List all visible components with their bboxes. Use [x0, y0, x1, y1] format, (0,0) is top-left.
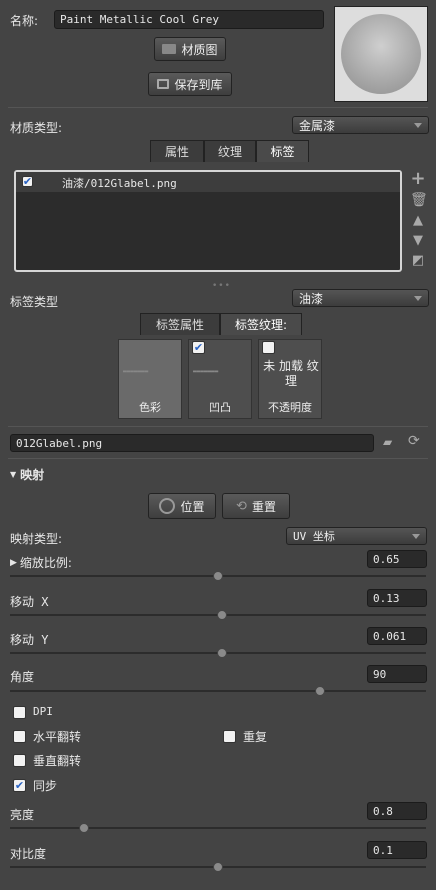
material-sphere [341, 14, 421, 94]
material-type-label: 材质类型: [10, 121, 63, 135]
trash-icon[interactable]: 🗑 [410, 193, 428, 207]
texture-slot-color[interactable]: ▬▬▬▬▬▬▬ 色彩 [118, 339, 182, 419]
repeat-label: 重复 [243, 730, 268, 744]
repeat-checkbox[interactable] [223, 730, 236, 743]
divider [8, 426, 428, 427]
tab-label[interactable]: 标签 [256, 140, 309, 162]
material-map-icon [162, 44, 177, 54]
chevron-down-icon [414, 295, 422, 301]
contrast-label: 对比度 [10, 847, 47, 861]
list-item[interactable]: ✔ 油漆/012Glabel.png [16, 172, 400, 192]
tab-label-texture[interactable]: 标签纹理: [220, 313, 302, 335]
angle-slider[interactable] [10, 686, 426, 696]
save-icon [157, 79, 170, 89]
tab-label-properties[interactable]: 标签属性 [140, 313, 220, 335]
scale-value-field[interactable]: 0.65 [367, 550, 427, 568]
tab-bar: 属性 纹理 标签 [0, 140, 436, 162]
add-icon[interactable]: + [410, 170, 426, 188]
dpi-checkbox[interactable] [13, 706, 26, 719]
angle-label: 角度 [10, 670, 35, 684]
texture-file-field[interactable]: 012Glabel.png [10, 434, 374, 452]
list-item-checkbox[interactable]: ✔ [22, 176, 33, 187]
move-y-value-field[interactable]: 0.061 [367, 627, 427, 645]
material-preview [334, 6, 428, 102]
reset-icon: ⟲ [236, 498, 247, 514]
chevron-down-icon [412, 533, 420, 539]
flip-vertical-label: 垂直翻转 [33, 754, 82, 768]
move-y-label: 移动 Y [10, 633, 49, 647]
save-to-library-button[interactable]: 保存到库 [148, 72, 232, 96]
move-x-value-field[interactable]: 0.13 [367, 589, 427, 607]
mapping-type-label: 映射类型: [10, 532, 63, 546]
texture-slot-caption: 色彩 [139, 401, 161, 414]
folder-icon[interactable]: ▰ [383, 435, 399, 449]
bump-checkbox[interactable]: ✔ [192, 341, 205, 354]
brightness-label: 亮度 [10, 808, 35, 822]
texture-slot-caption: 不透明度 [268, 401, 312, 414]
name-field[interactable]: Paint Metallic Cool Grey [54, 10, 324, 29]
refresh-icon[interactable]: ⟳ [408, 433, 424, 449]
flip-vertical-checkbox[interactable] [13, 754, 26, 767]
material-map-button[interactable]: 材质图 [154, 37, 226, 61]
divider [8, 458, 428, 459]
chevron-down-icon [414, 122, 422, 128]
mapping-type-select[interactable]: UV 坐标 [286, 527, 427, 545]
move-y-slider[interactable] [10, 648, 426, 658]
slider-knob[interactable] [217, 610, 228, 620]
tab-texture[interactable]: 纹理 [204, 140, 256, 162]
texture-slot-opacity[interactable]: 未 加载 纹理 不透明度 [258, 339, 322, 419]
angle-value-field[interactable]: 90 [367, 665, 427, 683]
material-type-select[interactable]: 金属漆 [292, 116, 429, 134]
move-x-slider[interactable] [10, 610, 426, 620]
tab-properties[interactable]: 属性 [150, 140, 204, 162]
scale-expander[interactable]: ▶ 缩放比例: [10, 554, 72, 571]
texture-slot-bump[interactable]: ✔ ▬▬▬▬▬▬▬ 凹凸 [188, 339, 252, 419]
label-tab-bar: 标签属性 标签纹理: [0, 313, 436, 335]
list-item-label: 油漆/012Glabel.png [62, 177, 177, 190]
scale-slider[interactable] [10, 571, 426, 581]
collapse-arrow-icon: ▼ [10, 470, 17, 479]
opacity-checkbox[interactable] [262, 341, 275, 354]
label-type-select[interactable]: 油漆 [292, 289, 429, 307]
edit-icon[interactable]: ◩ [410, 254, 426, 268]
label-type-label: 标签类型 [10, 295, 59, 309]
expand-arrow-icon: ▶ [10, 557, 17, 568]
label-list: ✔ 油漆/012Glabel.png [14, 170, 402, 272]
name-label: 名称: [10, 14, 39, 28]
sync-checkbox[interactable]: ✔ [13, 779, 26, 792]
move-x-label: 移动 X [10, 595, 49, 609]
flip-horizontal-label: 水平翻转 [33, 730, 82, 744]
slider-knob[interactable] [213, 862, 223, 872]
reset-button[interactable]: ⟲ 重置 [222, 493, 290, 519]
contrast-value-field[interactable]: 0.1 [367, 841, 427, 859]
sync-label: 同步 [33, 779, 58, 793]
slider-knob[interactable] [314, 686, 325, 696]
texture-slot-caption: 凹凸 [209, 401, 231, 414]
texture-preview: ▬▬▬▬▬▬▬ [123, 368, 149, 375]
flip-horizontal-checkbox[interactable] [13, 730, 26, 743]
contrast-slider[interactable] [10, 862, 426, 872]
brightness-value-field[interactable]: 0.8 [367, 802, 427, 820]
texture-preview: ▬▬▬▬▬▬▬ [193, 368, 219, 375]
slider-knob[interactable] [217, 648, 228, 658]
divider [8, 107, 428, 108]
slider-knob[interactable] [213, 571, 223, 581]
arrow-down-icon[interactable]: ▼ [410, 234, 426, 248]
position-button[interactable]: 位置 [148, 493, 216, 519]
splitter-handle-icon[interactable]: ••• [212, 281, 231, 291]
brightness-slider[interactable] [10, 823, 426, 833]
arrow-up-icon[interactable]: ▲ [410, 214, 426, 228]
mapping-section-header[interactable]: ▼ 映射 [10, 466, 44, 483]
no-texture-text: 未 加载 纹理 [263, 359, 319, 388]
crosshair-icon [159, 498, 176, 514]
slider-knob[interactable] [79, 823, 90, 833]
dpi-label: DPI [33, 705, 53, 718]
